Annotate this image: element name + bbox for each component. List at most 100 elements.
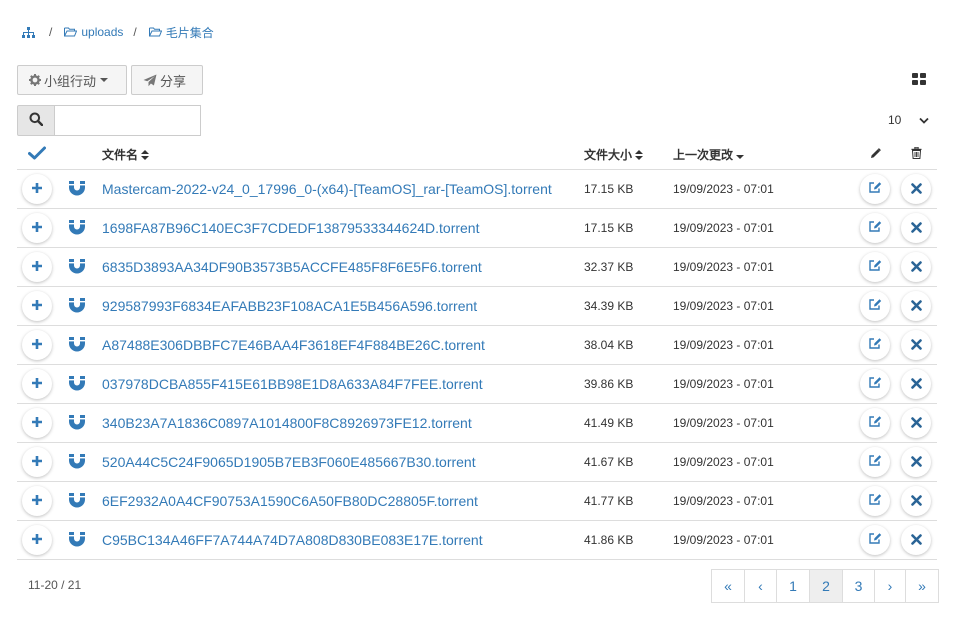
file-name-link[interactable]: A87488E306DBBFC7E46BAA4F3618EF4F884BE26C… — [102, 337, 485, 353]
add-button[interactable] — [22, 525, 52, 555]
close-icon — [910, 494, 922, 509]
file-name-link[interactable]: 929587993F6834EAFABB23F108ACA1E5B456A596… — [102, 298, 477, 314]
page-2-button[interactable]: 2 — [809, 569, 843, 603]
file-size: 41.67 KB — [584, 455, 634, 469]
breadcrumb-label: uploads — [81, 25, 124, 39]
edit-button[interactable] — [860, 525, 890, 555]
header-size-label: 文件大小 — [584, 148, 633, 162]
add-button[interactable] — [22, 486, 52, 516]
file-name-link[interactable]: C95BC134A46FF7A744A74D7A808D830BE083E17E… — [102, 532, 483, 548]
edit-button[interactable] — [860, 447, 890, 477]
delete-button[interactable] — [901, 369, 931, 399]
breadcrumb: / uploads / 毛片集合 — [22, 24, 214, 40]
page-prev-button[interactable]: ‹ — [744, 569, 777, 603]
select-all-checkbox[interactable] — [28, 146, 46, 163]
edit-button[interactable] — [860, 252, 890, 282]
delete-button[interactable] — [901, 408, 931, 438]
header-size[interactable]: 文件大小 — [584, 146, 644, 163]
magnet-link[interactable] — [68, 287, 86, 325]
delete-button[interactable] — [901, 447, 931, 477]
breadcrumb-label: 毛片集合 — [165, 25, 214, 40]
add-button[interactable] — [22, 369, 52, 399]
group-action-dropdown[interactable]: 小组行动 — [17, 65, 127, 95]
page-next-button[interactable]: › — [874, 569, 906, 603]
share-label: 分享 — [160, 73, 187, 89]
magnet-link[interactable] — [68, 365, 86, 403]
magnet-link[interactable] — [68, 521, 86, 559]
breadcrumb-root[interactable] — [22, 26, 39, 38]
delete-button[interactable] — [901, 291, 931, 321]
edit-button[interactable] — [860, 486, 890, 516]
check-icon — [28, 146, 46, 163]
table-row: 340B23A7A1836C0897A1014800F8C8926973FE12… — [17, 404, 937, 443]
magnet-link[interactable] — [68, 404, 86, 442]
file-size: 41.49 KB — [584, 416, 634, 430]
edit-button[interactable] — [860, 369, 890, 399]
edit-button[interactable] — [860, 213, 890, 243]
magnet-link[interactable] — [68, 482, 86, 520]
delete-button[interactable] — [901, 213, 931, 243]
search-button[interactable] — [17, 105, 55, 136]
edit-button[interactable] — [860, 330, 890, 360]
folder-open-icon — [64, 27, 78, 37]
share-button[interactable]: 分享 — [131, 65, 203, 95]
file-size: 38.04 KB — [584, 338, 634, 352]
file-modified: 19/09/2023 - 07:01 — [673, 533, 774, 547]
magnet-link[interactable] — [68, 248, 86, 286]
magnet-link[interactable] — [68, 326, 86, 364]
sort-icon — [141, 149, 150, 160]
add-button[interactable] — [22, 408, 52, 438]
table-header: 文件名 文件大小 上一次更改 — [17, 140, 937, 170]
edit-column-header — [870, 147, 881, 162]
page-3-button[interactable]: 3 — [842, 569, 875, 603]
delete-button[interactable] — [901, 252, 931, 282]
delete-button[interactable] — [901, 486, 931, 516]
magnet-link[interactable] — [68, 170, 86, 208]
edit-button[interactable] — [860, 291, 890, 321]
add-button[interactable] — [22, 252, 52, 282]
grid-view-toggle[interactable] — [912, 73, 926, 85]
close-icon — [910, 182, 922, 197]
header-name[interactable]: 文件名 — [102, 146, 150, 163]
file-size: 34.39 KB — [584, 299, 634, 313]
file-name-link[interactable]: 520A44C5C24F9065D1905B7EB3F060E485667B30… — [102, 454, 476, 470]
add-button[interactable] — [22, 447, 52, 477]
edit-icon — [868, 493, 882, 509]
add-button[interactable] — [22, 174, 52, 204]
delete-button[interactable] — [901, 525, 931, 555]
page-size-select[interactable]: 10 — [888, 113, 929, 127]
header-modified[interactable]: 上一次更改 — [673, 146, 745, 163]
delete-button[interactable] — [901, 174, 931, 204]
sitemap-icon — [22, 26, 35, 38]
page-first-button[interactable]: « — [711, 569, 745, 603]
file-name-link[interactable]: 037978DCBA855F415E61BB98E1D8A633A84F7FEE… — [102, 376, 483, 392]
add-button[interactable] — [22, 330, 52, 360]
file-name-link[interactable]: 340B23A7A1836C0897A1014800F8C8926973FE12… — [102, 415, 472, 431]
file-name-link[interactable]: 6835D3893AA34DF90B3573B5ACCFE485F8F6E5F6… — [102, 259, 482, 275]
magnet-link[interactable] — [68, 209, 86, 247]
table-row: Mastercam-2022-v24_0_17996_0-(x64)-[Team… — [17, 170, 937, 209]
file-name-link[interactable]: 1698FA87B96C140EC3F7CDEDF13879533344624D… — [102, 220, 479, 236]
edit-button[interactable] — [860, 174, 890, 204]
breadcrumb-item-current[interactable]: 毛片集合 — [148, 24, 214, 41]
add-button[interactable] — [22, 213, 52, 243]
file-name-link[interactable]: Mastercam-2022-v24_0_17996_0-(x64)-[Team… — [102, 181, 552, 197]
plus-icon — [31, 533, 43, 548]
delete-button[interactable] — [901, 330, 931, 360]
page-1-button[interactable]: 1 — [776, 569, 810, 603]
add-button[interactable] — [22, 291, 52, 321]
search-input[interactable] — [55, 105, 201, 136]
table-row: 520A44C5C24F9065D1905B7EB3F060E485667B30… — [17, 443, 937, 482]
magnet-link[interactable] — [68, 443, 86, 481]
edit-button[interactable] — [860, 408, 890, 438]
sort-desc-icon — [736, 150, 745, 160]
page-last-button[interactable]: » — [905, 569, 939, 603]
file-name-link[interactable]: 6EF2932A0A4CF90753A1590C6A50FB80DC28805F… — [102, 493, 478, 509]
group-action-label: 小组行动 — [44, 73, 97, 89]
edit-icon — [868, 259, 882, 275]
breadcrumb-item-uploads[interactable]: uploads — [64, 25, 123, 39]
breadcrumb-separator: / — [49, 25, 53, 39]
folder-open-icon — [148, 27, 162, 37]
table-row: A87488E306DBBFC7E46BAA4F3618EF4F884BE26C… — [17, 326, 937, 365]
file-modified: 19/09/2023 - 07:01 — [673, 494, 774, 508]
